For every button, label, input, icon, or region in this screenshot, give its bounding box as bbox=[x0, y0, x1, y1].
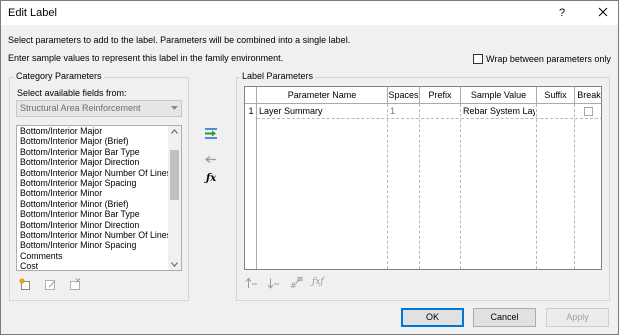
list-item[interactable]: Bottom/Interior Minor Bar Type bbox=[17, 209, 181, 219]
list-item[interactable]: Bottom/Interior Minor Spacing bbox=[17, 240, 181, 250]
chevron-down-icon bbox=[171, 106, 178, 110]
move-up-icon[interactable] bbox=[245, 277, 258, 290]
row-number: 1 bbox=[248, 106, 254, 116]
category-parameters-label: Category Parameters bbox=[14, 71, 104, 81]
title-bar: Edit Label ? bbox=[1, 1, 618, 25]
instruction-line-1: Select parameters to add to the label. P… bbox=[8, 35, 351, 45]
list-item[interactable]: Bottom/Interior Major (Brief) bbox=[17, 136, 181, 146]
col-parameter-name[interactable]: Parameter Name bbox=[257, 87, 388, 104]
row-divider bbox=[257, 118, 601, 119]
instruction-line-2: Enter sample values to represent this la… bbox=[8, 53, 284, 63]
cell-parameter-name[interactable]: Layer Summary bbox=[259, 104, 387, 118]
fx-icon[interactable]: ƒx bbox=[206, 173, 216, 184]
ok-button[interactable]: OK bbox=[401, 308, 464, 327]
label-parameters-label: Label Parameters bbox=[240, 71, 316, 81]
remove-parameter-icon[interactable] bbox=[204, 153, 217, 166]
row-header-divider bbox=[256, 104, 257, 269]
label-parameters-grid[interactable]: Parameter Name Spaces Prefix Sample Valu… bbox=[244, 86, 602, 270]
list-item[interactable]: Cost bbox=[17, 261, 181, 270]
close-button[interactable] bbox=[589, 1, 617, 25]
list-scrollbar[interactable] bbox=[168, 126, 181, 270]
list-item[interactable]: Bottom/Interior Major Bar Type bbox=[17, 147, 181, 157]
cell-suffix[interactable] bbox=[539, 104, 573, 118]
scroll-down-icon[interactable] bbox=[171, 262, 178, 267]
edit-parameter-icon[interactable] bbox=[44, 278, 57, 291]
help-button[interactable]: ? bbox=[551, 1, 573, 25]
category-combo-value: Structural Area Reinforcement bbox=[20, 103, 141, 113]
apply-button[interactable]: Apply bbox=[546, 308, 609, 327]
column-divider bbox=[574, 104, 575, 269]
cancel-button[interactable]: Cancel bbox=[473, 308, 536, 327]
col-prefix[interactable]: Prefix bbox=[420, 87, 461, 104]
scroll-up-icon[interactable] bbox=[171, 129, 178, 134]
list-item[interactable]: Bottom/Interior Minor bbox=[17, 188, 181, 198]
edit-format-icon[interactable]: # bbox=[289, 277, 303, 290]
select-fields-label: Select available fields from: bbox=[17, 88, 127, 98]
column-divider bbox=[460, 104, 461, 269]
column-divider bbox=[387, 104, 388, 269]
grid-corner bbox=[245, 87, 257, 104]
col-sample-value[interactable]: Sample Value bbox=[461, 87, 537, 104]
move-down-icon[interactable] bbox=[267, 277, 280, 290]
list-item[interactable]: Comments bbox=[17, 251, 181, 261]
list-item[interactable]: Bottom/Interior Minor Number Of Lines bbox=[17, 230, 181, 240]
delete-parameter-icon[interactable] bbox=[69, 278, 82, 291]
cell-sample-value[interactable]: Rebar System Lay bbox=[463, 104, 535, 118]
list-item[interactable]: Bottom/Interior Minor (Brief) bbox=[17, 199, 181, 209]
edit-label-dialog: Edit Label ? Select parameters to add to… bbox=[0, 0, 619, 335]
col-break[interactable]: Break bbox=[575, 87, 601, 104]
scrollbar-thumb[interactable] bbox=[170, 150, 179, 200]
list-item[interactable]: Bottom/Interior Major Spacing bbox=[17, 178, 181, 188]
close-icon bbox=[598, 7, 608, 17]
cell-spaces[interactable]: 1 bbox=[390, 104, 418, 118]
fx-small-icon[interactable]: ƒxƒ bbox=[312, 277, 324, 287]
window-title: Edit Label bbox=[8, 7, 57, 19]
col-spaces[interactable]: Spaces bbox=[388, 87, 420, 104]
list-item[interactable]: Bottom/Interior Major Direction bbox=[17, 157, 181, 167]
wrap-checkbox[interactable] bbox=[473, 54, 483, 64]
cell-prefix[interactable] bbox=[422, 104, 459, 118]
category-parameter-list[interactable]: Bottom/Interior Major Bottom/Interior Maj… bbox=[16, 125, 182, 271]
col-suffix[interactable]: Suffix bbox=[537, 87, 575, 104]
wrap-checkbox-label: Wrap between parameters only bbox=[486, 54, 611, 64]
list-item[interactable]: Bottom/Interior Major Number Of Lines bbox=[17, 168, 181, 178]
category-combo[interactable]: Structural Area Reinforcement bbox=[16, 100, 182, 117]
list-item[interactable]: Bottom/Interior Minor Direction bbox=[17, 220, 181, 230]
column-divider bbox=[419, 104, 420, 269]
list-item[interactable]: Bottom/Interior Major bbox=[17, 126, 181, 136]
column-divider bbox=[536, 104, 537, 269]
add-parameter-icon[interactable] bbox=[204, 127, 218, 141]
cell-break-checkbox[interactable] bbox=[584, 107, 593, 116]
new-parameter-icon[interactable] bbox=[19, 278, 32, 291]
